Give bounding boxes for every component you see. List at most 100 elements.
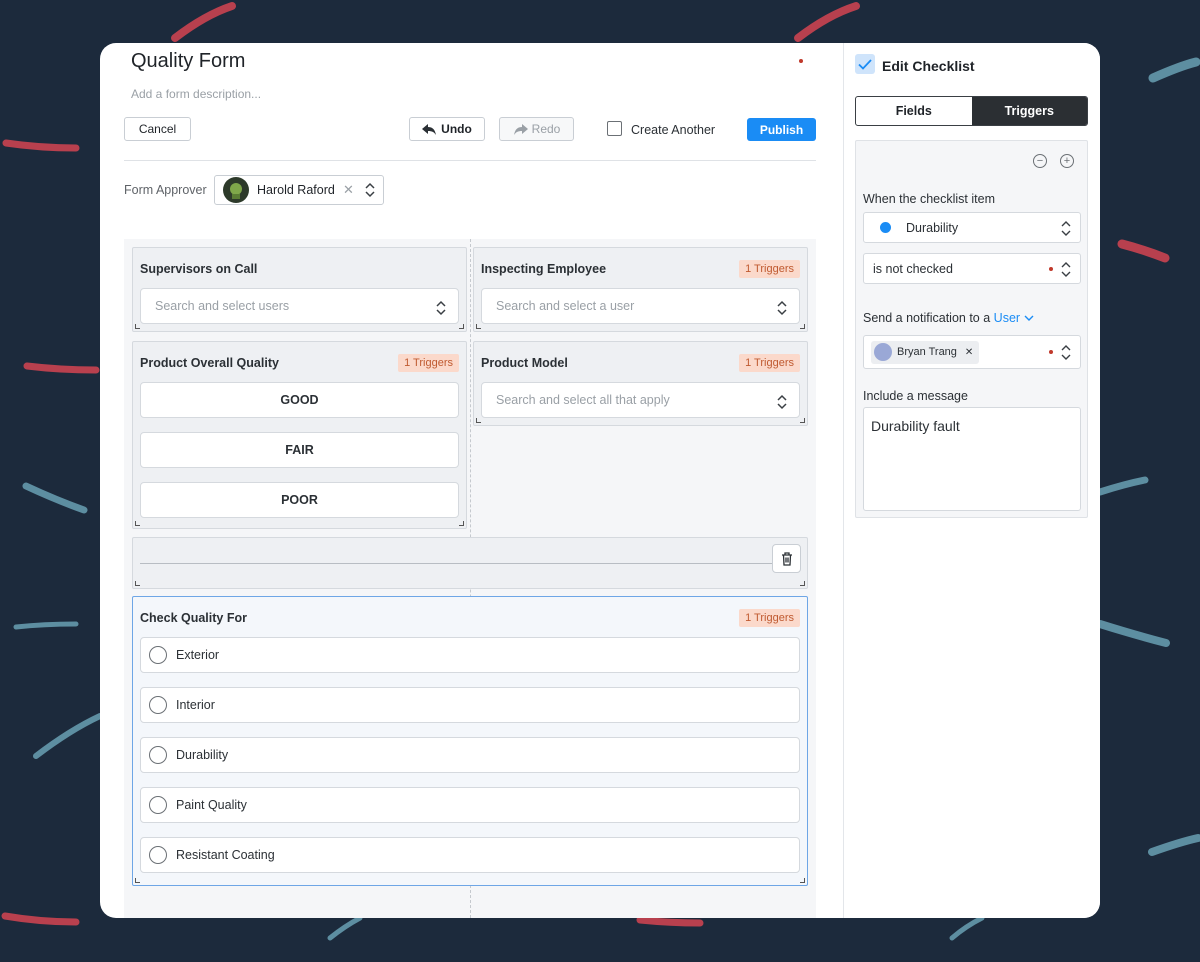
trigger-editor: − + When the checklist item Durability i… xyxy=(855,140,1088,518)
delete-field-button[interactable] xyxy=(772,544,801,573)
form-approver-select[interactable]: Harold Raford ✕ xyxy=(214,175,384,205)
required-indicator xyxy=(1049,267,1053,271)
cancel-label: Cancel xyxy=(138,122,177,136)
checklist-item-select[interactable]: Durability xyxy=(863,212,1081,243)
recipient-name: Bryan Trang xyxy=(897,346,957,358)
tab-triggers[interactable]: Triggers xyxy=(971,97,1087,125)
checklist-item-value: Durability xyxy=(906,220,959,235)
chevron-down-icon xyxy=(1024,315,1034,321)
field-supervisors-on-call[interactable]: Supervisors on Call Search and select us… xyxy=(132,247,467,332)
condition-select[interactable]: is not checked xyxy=(863,253,1081,284)
message-textarea[interactable]: Durability fault xyxy=(863,407,1081,511)
resize-handle[interactable] xyxy=(476,324,481,329)
field-check-quality-for[interactable]: Check Quality For 1 Triggers Exterior In… xyxy=(132,596,808,886)
trash-icon xyxy=(781,551,792,566)
field-label: Check Quality For xyxy=(140,611,247,625)
option-fair[interactable]: FAIR xyxy=(140,432,459,468)
undo-label: Undo xyxy=(441,122,472,136)
resize-handle[interactable] xyxy=(135,521,140,526)
checklist-item-label: Exterior xyxy=(176,648,220,662)
field-label: Product Overall Quality xyxy=(140,356,279,370)
field-product-model[interactable]: Product Model 1 Triggers Search and sele… xyxy=(473,341,808,426)
chevron-updown-icon xyxy=(1061,345,1071,360)
message-label: Include a message xyxy=(863,389,968,403)
edit-checklist-checkbox[interactable] xyxy=(855,54,875,74)
field-label: Supervisors on Call xyxy=(140,262,258,276)
chevron-updown-icon xyxy=(1061,221,1071,236)
inspecting-placeholder: Search and select a user xyxy=(496,299,635,313)
radio-circle[interactable] xyxy=(149,796,167,814)
toolbar-divider xyxy=(124,160,816,161)
form-description-input[interactable]: Add a form description... xyxy=(131,87,261,101)
panel-tabs: Fields Triggers xyxy=(855,96,1088,126)
supervisors-placeholder: Search and select users xyxy=(155,299,290,313)
recipient-select[interactable]: Bryan Trang ✕ xyxy=(863,335,1081,369)
resize-handle[interactable] xyxy=(800,324,805,329)
chevron-updown-icon[interactable] xyxy=(363,181,377,199)
resize-handle[interactable] xyxy=(135,324,140,329)
checklist-item-label: Resistant Coating xyxy=(176,848,275,862)
supervisors-select[interactable]: Search and select users xyxy=(140,288,459,324)
form-builder-window: Quality Form Add a form description... C… xyxy=(100,43,1100,918)
create-another-label: Create Another xyxy=(631,123,716,137)
close-icon[interactable]: ✕ xyxy=(965,347,973,358)
minus-circle-icon[interactable]: − xyxy=(1033,154,1047,168)
resize-handle[interactable] xyxy=(800,878,805,883)
field-label: Inspecting Employee xyxy=(481,262,607,276)
field-product-overall-quality[interactable]: Product Overall Quality 1 Triggers GOOD … xyxy=(132,341,467,529)
checklist-item-exterior[interactable]: Exterior xyxy=(140,637,800,673)
redo-button[interactable]: Redo xyxy=(499,117,574,141)
checklist-item-interior[interactable]: Interior xyxy=(140,687,800,723)
form-title[interactable]: Quality Form xyxy=(131,50,245,73)
triggers-badge: 1 Triggers xyxy=(739,354,800,372)
close-icon[interactable]: ✕ xyxy=(343,182,354,198)
option-poor[interactable]: POOR xyxy=(140,482,459,518)
inspecting-select[interactable]: Search and select a user xyxy=(481,288,800,324)
resize-handle[interactable] xyxy=(135,878,140,883)
chevron-updown-icon xyxy=(436,300,446,316)
redo-label: Redo xyxy=(531,122,561,136)
option-good[interactable]: GOOD xyxy=(140,382,459,418)
publish-button[interactable]: Publish xyxy=(747,118,816,141)
resize-handle[interactable] xyxy=(476,418,481,423)
checklist-item-durability[interactable]: Durability xyxy=(140,737,800,773)
recipient-type-dropdown[interactable]: User xyxy=(994,311,1034,325)
resize-handle[interactable] xyxy=(800,581,805,586)
required-indicator xyxy=(799,59,803,63)
undo-icon xyxy=(422,123,437,135)
panel-title: Edit Checklist xyxy=(882,58,975,74)
resize-handle[interactable] xyxy=(459,324,464,329)
radio-circle[interactable] xyxy=(149,646,167,664)
separator-line xyxy=(140,563,772,564)
resize-handle[interactable] xyxy=(459,521,464,526)
cancel-button[interactable]: Cancel xyxy=(124,117,191,141)
item-color-dot xyxy=(880,222,891,233)
plus-circle-icon[interactable]: + xyxy=(1060,154,1074,168)
resize-handle[interactable] xyxy=(135,581,140,586)
approver-name: Harold Raford xyxy=(257,183,335,197)
avatar xyxy=(223,177,249,203)
checklist-item-resistant-coating[interactable]: Resistant Coating xyxy=(140,837,800,873)
checklist-item-label: Interior xyxy=(176,698,215,712)
field-separator[interactable] xyxy=(132,537,808,589)
create-another-checkbox[interactable] xyxy=(607,121,622,136)
checklist-item-label: Paint Quality xyxy=(176,798,247,812)
checklist-item-label: Durability xyxy=(176,748,229,762)
resize-handle[interactable] xyxy=(800,418,805,423)
when-label: When the checklist item xyxy=(863,192,995,206)
field-label: Product Model xyxy=(481,356,568,370)
radio-circle[interactable] xyxy=(149,746,167,764)
tab-fields[interactable]: Fields xyxy=(856,97,972,125)
checklist-item-paint-quality[interactable]: Paint Quality xyxy=(140,787,800,823)
publish-label: Publish xyxy=(759,122,804,137)
redo-icon xyxy=(513,123,528,135)
edit-checklist-panel: Edit Checklist Fields Triggers − + When … xyxy=(843,43,1100,918)
chevron-updown-icon xyxy=(1061,262,1071,277)
radio-circle[interactable] xyxy=(149,696,167,714)
field-inspecting-employee[interactable]: Inspecting Employee 1 Triggers Search an… xyxy=(473,247,808,332)
chevron-updown-icon xyxy=(777,300,787,316)
chevron-updown-icon xyxy=(777,394,787,410)
undo-button[interactable]: Undo xyxy=(409,117,485,141)
product-model-select[interactable]: Search and select all that apply xyxy=(481,382,800,418)
radio-circle[interactable] xyxy=(149,846,167,864)
